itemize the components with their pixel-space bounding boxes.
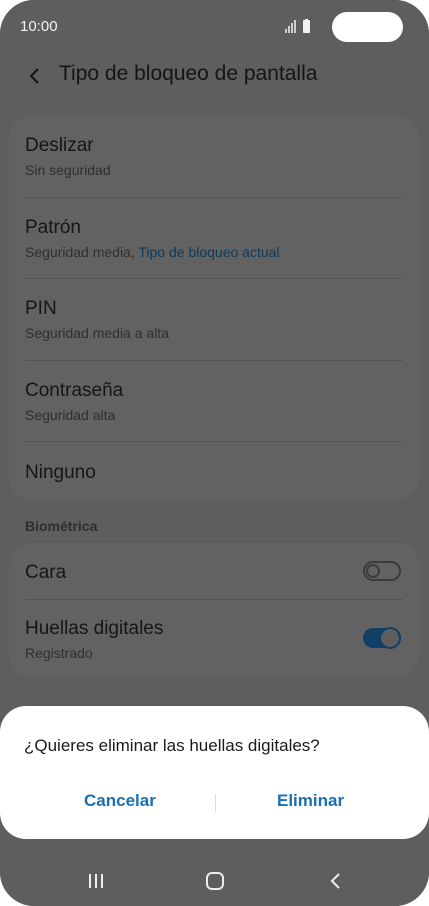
- lock-option-ninguno[interactable]: Ninguno: [25, 462, 403, 484]
- biometric-item-cara[interactable]: Cara: [25, 562, 403, 584]
- toggle-knob: [366, 564, 380, 578]
- divider: [25, 360, 403, 361]
- back-arrow-icon[interactable]: [26, 62, 46, 90]
- lock-option-deslizar[interactable]: Deslizar Sin seguridad: [25, 135, 403, 178]
- toggle-knob: [379, 627, 401, 649]
- option-title: Deslizar: [25, 135, 94, 156]
- recent-apps-icon[interactable]: [85, 870, 107, 892]
- divider: [25, 197, 403, 198]
- option-subtitle: Seguridad media a alta: [25, 325, 169, 341]
- signal-icon: [285, 19, 310, 33]
- page-title: Tipo de bloqueo de pantalla: [59, 62, 318, 85]
- item-title: Huellas digitales: [25, 618, 164, 639]
- camera-pill: [332, 12, 403, 42]
- divider: [25, 278, 403, 279]
- section-header-biometrics: Biométrica: [25, 518, 98, 534]
- divider: [25, 441, 403, 442]
- lock-option-contrasena[interactable]: Contraseña Seguridad alta: [25, 380, 403, 423]
- huellas-toggle[interactable]: [363, 627, 401, 649]
- option-subtitle: Sin seguridad: [25, 162, 111, 178]
- dialog-question: ¿Quieres eliminar las huellas digitales?: [24, 736, 320, 755]
- phone-screen: 10:00 Tipo de bloqueo de pantalla Desliz…: [0, 0, 429, 906]
- navigation-bar: [0, 852, 429, 906]
- status-bar: 10:00: [0, 0, 429, 54]
- item-title: Cara: [25, 562, 67, 583]
- option-title: PIN: [25, 298, 57, 319]
- app-bar: Tipo de bloqueo de pantalla: [0, 54, 429, 98]
- biometric-item-huellas[interactable]: Huellas digitales Registrado: [25, 618, 403, 661]
- current-lock-label: Tipo de bloqueo actual: [138, 244, 280, 260]
- cara-toggle[interactable]: [363, 561, 401, 581]
- option-title: Contraseña: [25, 380, 124, 401]
- battery-icon: [303, 20, 310, 33]
- item-subtitle: Registrado: [25, 645, 93, 661]
- option-title: Patrón: [25, 217, 81, 238]
- divider: [25, 599, 403, 600]
- biometrics-list: Cara Huellas digitales Registrado: [9, 543, 419, 677]
- option-title: Ninguno: [25, 462, 96, 483]
- option-subtitle: Seguridad alta: [25, 407, 116, 423]
- button-divider: [215, 794, 216, 812]
- delete-fingerprints-dialog: ¿Quieres eliminar las huellas digitales?…: [0, 706, 429, 839]
- lock-type-list: Deslizar Sin seguridad Patrón Seguridad …: [9, 116, 419, 500]
- nav-back-icon[interactable]: [325, 870, 347, 892]
- option-subtitle: Seguridad media, Tipo de bloqueo actual: [25, 244, 403, 260]
- lock-option-pin[interactable]: PIN Seguridad media a alta: [25, 298, 403, 341]
- status-time: 10:00: [20, 18, 58, 35]
- home-icon[interactable]: [204, 870, 226, 892]
- option-subtitle-text: Seguridad media,: [25, 244, 139, 260]
- cancel-button[interactable]: Cancelar: [84, 791, 156, 811]
- delete-button[interactable]: Eliminar: [277, 791, 344, 811]
- lock-option-patron[interactable]: Patrón Seguridad media, Tipo de bloqueo …: [25, 217, 403, 260]
